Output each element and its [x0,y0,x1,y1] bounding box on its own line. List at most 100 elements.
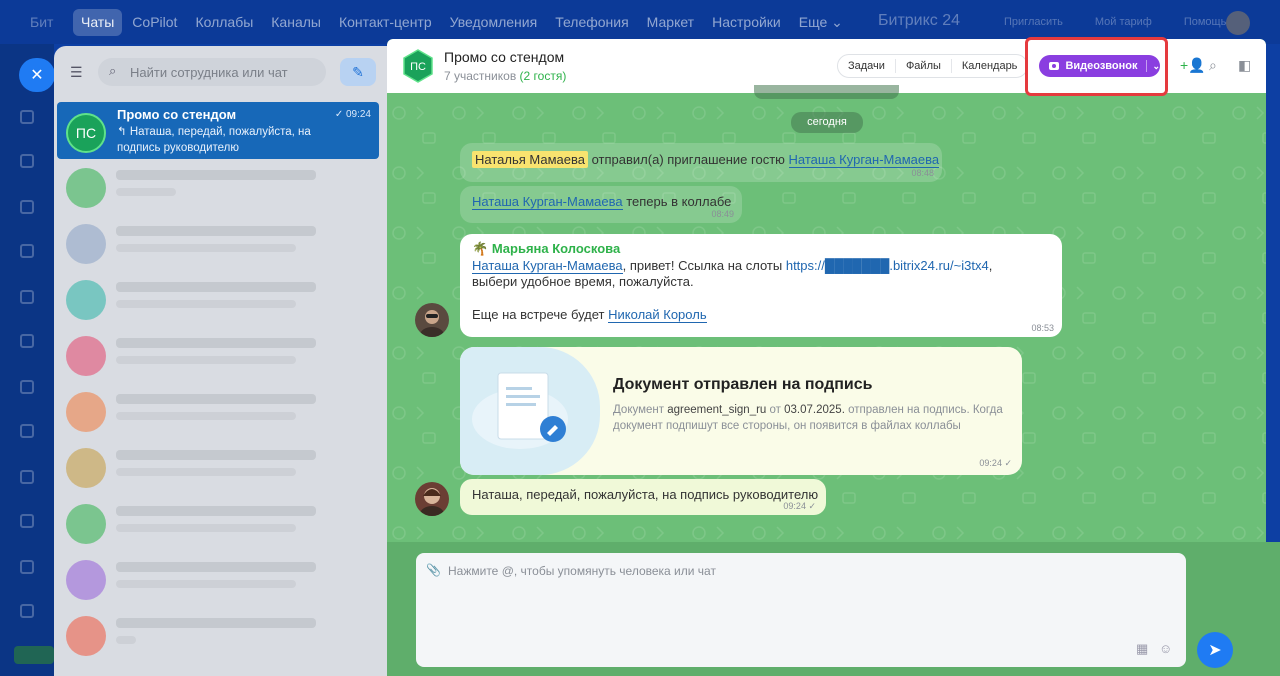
document-description: Документ agreement_sign_ru от 03.07.2025… [613,404,1003,432]
add-user-icon[interactable]: +👤 [1180,57,1206,74]
sidebar-icon [20,560,34,574]
message-time: 08:48 [911,168,934,178]
list-item[interactable] [62,328,380,384]
help-link[interactable]: Помощь [1184,16,1227,28]
avatar[interactable] [415,482,449,516]
nav-item-collabs[interactable]: Коллабы [187,9,261,36]
avatar-photo [420,488,444,516]
system-message-invite: Наталья Мамаева отправил(а) приглашение … [460,143,942,182]
document-filename: agreement_sign_ru [667,404,767,416]
chat-avatar-icon: ПС [403,49,433,83]
nav-item-more[interactable]: Еще ⌄ [791,9,851,36]
nav-item-contact-center[interactable]: Контакт-центр [331,9,440,36]
message-text-2: Еще на встрече будет Николай Король [472,307,707,323]
list-item[interactable] [62,384,380,440]
nav-item-notifications[interactable]: Уведомления [442,9,546,36]
mention-link[interactable]: Наташа Курган-Мамаева [472,194,623,210]
sidebar-icon [20,154,34,168]
highlight-frame [1025,37,1168,96]
tab-tasks[interactable]: Задачи [838,59,896,73]
nav-item-copilot[interactable]: CoPilot [124,9,185,36]
sidebar-icon [20,514,34,528]
apps-icon[interactable]: ▦ [1136,641,1148,657]
message-time: 08:53 [1031,323,1054,333]
system-message-joined: Наташа Курган-Мамаева теперь в коллабе 0… [460,186,742,223]
mention-link[interactable]: Наташа Курган-Мамаева [472,258,623,274]
avatar-photo [420,310,444,337]
sidebar-icon [20,244,34,258]
list-item[interactable] [62,160,380,216]
nav-item-settings[interactable]: Настройки [704,9,789,36]
message-input[interactable]: 📎 Нажмите @, чтобы упомянуть человека ил… [416,553,1186,667]
list-item[interactable] [62,440,380,496]
chat-window: ПС Промо со стендом 7 участников (2 гост… [387,39,1266,542]
chat-list-panel: ☰ ⌕ Найти сотрудника или чат ✎ ПС Промо … [54,46,387,676]
top-links: Пригласить Мой тариф Помощь [1004,16,1226,28]
tab-files[interactable]: Файлы [896,59,952,73]
chat-list-header: ☰ ⌕ Найти сотрудника или чат ✎ [54,46,387,98]
close-button[interactable]: ✕ [19,58,55,92]
sidebar-icon [20,200,34,214]
nav-item-chats[interactable]: Чаты [73,9,123,36]
user-avatar[interactable] [1226,11,1250,35]
actor-name[interactable]: Наталья Мамаева [472,151,588,168]
chat-guests: (2 гостя) [519,69,567,83]
sidebar-toggle-icon[interactable]: ◧ [1238,57,1251,74]
left-sidebar [0,44,54,676]
sidebar-icon [20,424,34,438]
sidebar-icon [20,334,34,348]
new-chat-button[interactable]: ✎ [340,58,376,86]
send-button[interactable]: ➤ [1197,632,1233,668]
mention-link[interactable]: Наташа Курган-Мамаева [788,152,940,168]
filter-icon[interactable]: ☰ [70,64,88,80]
nav-item-market[interactable]: Маркет [639,9,702,36]
message-time: 09:24 ✓ [783,501,816,511]
sidebar-icon [20,470,34,484]
message-time: 09:24 ✓ [979,458,1012,468]
date-divider-previous [754,85,899,99]
message-text: теперь в коллабе [626,194,732,209]
list-item[interactable] [62,496,380,552]
chat-time: ✓ 09:24 [334,109,371,120]
sidebar-icon [20,380,34,394]
message-text: Наташа, передай, пожалуйста, на подпись … [472,487,819,502]
settings-icon [20,604,34,618]
tariff-link[interactable]: Мой тариф [1095,16,1152,28]
avatar[interactable] [415,303,449,337]
date-divider: сегодня [791,112,863,133]
slots-link[interactable]: https://███████.bitrix24.ru/~i3tx4 [786,258,989,273]
invite-link[interactable]: Пригласить [1004,16,1063,28]
message-text: Наташа Курган-Мамаева, привет! Ссылка на… [472,258,993,289]
message-marina: 🌴 Марьяна Колоскова Наташа Курган-Мамаев… [460,234,1062,337]
message-text: отправил(а) приглашение гостю [591,152,785,167]
chat-list-item-active[interactable]: ПС Промо со стендом ✓ 09:24 ↰ Наташа, пе… [57,102,379,159]
list-item[interactable] [62,272,380,328]
brand-left: Бит [30,14,54,30]
message-time: 08:49 [711,209,734,219]
tab-calendar[interactable]: Календарь [952,59,1028,73]
mention-link[interactable]: Николай Король [608,307,707,323]
list-item[interactable] [62,608,380,664]
emoji-icon[interactable]: ☺ [1159,641,1172,656]
nav-item-channels[interactable]: Каналы [263,9,329,36]
chat-participants[interactable]: 7 участников (2 гостя) [444,69,566,83]
sidebar-badge [14,646,54,664]
search-icon[interactable]: ⌕ [1209,57,1217,74]
message-placeholder: Нажмите @, чтобы упомянуть человека или … [448,564,716,578]
menu-icon [20,110,34,124]
svg-text:ПС: ПС [410,61,426,73]
nav-items: Чаты CoPilot Коллабы Каналы Контакт-цент… [73,9,853,36]
sender-name[interactable]: 🌴 Марьяна Колоскова [472,241,620,257]
chat-tabs: Задачи Файлы Календарь [837,54,1029,78]
brand-logo: Битрикс 24 [878,12,961,29]
document-illustration [460,347,600,475]
nav-item-telephony[interactable]: Телефония [547,9,636,36]
document-date: 03.07.2025. [784,404,845,416]
search-input[interactable]: ⌕ Найти сотрудника или чат [98,58,326,86]
search-placeholder: Найти сотрудника или чат [130,65,288,80]
attach-icon[interactable]: 📎 [426,563,441,577]
list-item[interactable] [62,216,380,272]
list-item[interactable] [62,552,380,608]
document-card[interactable]: Документ отправлен на подпись Документ a… [460,347,1022,475]
chat-title[interactable]: Промо со стендом [444,49,564,65]
